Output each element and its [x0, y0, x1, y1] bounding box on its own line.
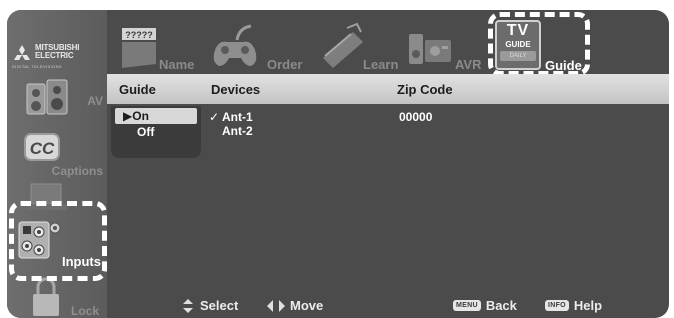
- tab-order[interactable]: Order: [207, 10, 307, 76]
- column-header-bar: Guide Devices Zip Code: [107, 74, 669, 104]
- guide-option-list: ▶On Off: [111, 106, 201, 158]
- device-ant-2-label: Ant-2: [222, 124, 253, 138]
- menu-button-icon: MENU: [453, 300, 481, 311]
- tab-learn[interactable]: Learn: [317, 10, 417, 76]
- sidebar-item-av-label: AV: [87, 94, 103, 108]
- selected-arrow-icon: ▶: [123, 109, 133, 123]
- inputs-highlight-box: [9, 201, 107, 281]
- cc-icon: CC: [24, 133, 60, 161]
- brand-tagline: DIGITAL TELEVISIONS: [12, 64, 62, 69]
- footer-select: Select: [181, 298, 238, 313]
- device-ant-1[interactable]: ✓ Ant-1: [209, 110, 253, 124]
- left-right-arrows-icon: [267, 299, 285, 312]
- header-zip-code: Zip Code: [397, 82, 453, 97]
- header-devices: Devices: [211, 82, 261, 97]
- guide-option-off-label: Off: [137, 125, 155, 139]
- device-ant-1-label: Ant-1: [221, 110, 253, 124]
- footer-help-label: Help: [573, 298, 603, 313]
- svg-text:CC: CC: [30, 139, 55, 158]
- tab-name-label: Name: [159, 57, 195, 72]
- info-button-icon: INFO: [545, 300, 569, 311]
- tab-avr-label: AVR: [455, 57, 482, 72]
- guide-option-on-label: On: [132, 109, 149, 123]
- sidebar-item-captions-label: Captions: [51, 164, 103, 178]
- name-icon-text: ?????: [125, 30, 153, 40]
- game-controller-icon: [213, 24, 257, 66]
- mitsubishi-diamonds-icon: [14, 45, 30, 60]
- learn-device-icon: [323, 22, 363, 68]
- checkmark-icon: ✓: [209, 110, 220, 124]
- guide-option-off[interactable]: Off: [115, 124, 197, 140]
- device-ant-2[interactable]: Ant-2: [222, 124, 253, 138]
- sidebar-item-av[interactable]: AV: [7, 76, 107, 130]
- padlock-icon: [33, 277, 59, 316]
- tv-menu-screen: MITSUBISHI ELECTRIC DIGITAL TELEVISIONS …: [7, 10, 669, 318]
- sidebar-item-lock[interactable]: Lock: [7, 276, 107, 318]
- footer-hints: Select Move MENU Back INFO Help: [107, 296, 669, 318]
- brand-line2: ELECTRIC: [35, 51, 74, 60]
- tab-order-label: Order: [267, 57, 303, 72]
- sidebar-item-captions[interactable]: CC Captions: [7, 132, 107, 184]
- guide-option-on[interactable]: ▶On: [115, 108, 197, 124]
- footer-back-label: Back: [485, 298, 517, 313]
- zip-code-value[interactable]: 00000: [399, 110, 432, 124]
- footer-back: MENU Back: [453, 298, 517, 313]
- speaker-icon: [26, 79, 68, 115]
- up-down-arrows-icon: [183, 298, 193, 313]
- guide-highlight-box: [488, 12, 590, 76]
- footer-help: INFO Help: [545, 298, 602, 313]
- avr-receiver-icon: [409, 34, 451, 64]
- name-tag-icon: ?????: [122, 28, 156, 68]
- footer-move: Move: [267, 298, 323, 313]
- sidebar-item-lock-label: Lock: [70, 304, 99, 318]
- footer-select-label: Select: [200, 298, 239, 313]
- tab-name[interactable]: ????? Name: [115, 10, 215, 76]
- tab-learn-label: Learn: [363, 57, 399, 72]
- footer-move-label: Move: [290, 298, 324, 313]
- header-guide: Guide: [119, 82, 156, 97]
